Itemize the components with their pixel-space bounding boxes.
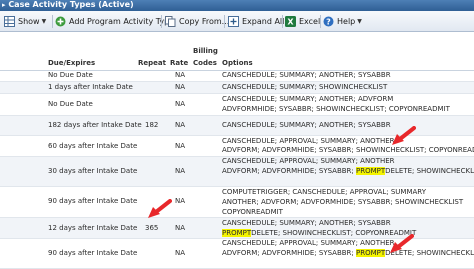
options-line: CANSCHEDULE; APPROVAL; SUMMARY; ANOTHER: [222, 239, 395, 247]
expand-label: Expand All: [242, 16, 285, 26]
repeat-cell: 365: [145, 224, 159, 232]
repeat-cell: 182: [145, 121, 159, 129]
help-button[interactable]: ? Help ▼: [323, 14, 362, 28]
due-cell: 60 days after Intake Date: [48, 142, 138, 150]
options-text: ADVFORM; ADVFORMHIDE; SYSABBR;: [222, 249, 357, 257]
options-line: ADVFORM; ADVFORMHIDE; SYSABBR; PROMPTDEL…: [222, 249, 474, 259]
rate-cell: NA: [175, 224, 186, 232]
help-icon: ?: [323, 16, 334, 27]
due-cell: 12 days after Intake Date: [48, 224, 138, 232]
toolbar-divider: [282, 15, 283, 28]
excel-icon: X: [285, 15, 296, 27]
copy-icon: [165, 15, 176, 27]
rate-cell: NA: [175, 167, 186, 175]
highlighted-option: PROMPT: [356, 249, 386, 257]
table-row[interactable]: 90 days after Intake Date NA COMPUTETRIG…: [0, 187, 474, 218]
expand-all-button[interactable]: Expand All: [228, 14, 284, 28]
show-label: Show: [18, 16, 40, 26]
excel-label: Excel: [299, 16, 321, 26]
rate-cell: NA: [175, 197, 186, 205]
highlighted-option: PROMPT: [222, 229, 252, 237]
due-cell: No Due Date: [48, 71, 93, 79]
rate-cell: NA: [175, 83, 186, 91]
toolbar-divider: [161, 15, 162, 28]
options-line: CANSCHEDULE; APPROVAL; SUMMARY; ANOTHER: [222, 157, 395, 165]
rate-cell: NA: [175, 121, 186, 129]
red-arrow-annotation: [148, 199, 172, 218]
due-cell: 90 days after Intake Date: [48, 249, 138, 257]
column-header-codes[interactable]: Codes: [193, 58, 217, 68]
column-header-options[interactable]: Options: [222, 58, 253, 68]
due-cell: 30 days after Intake Date: [48, 167, 138, 175]
grid-icon: [4, 15, 15, 27]
chevron-down-icon: ▼: [357, 17, 362, 25]
options-cell: CANSCHEDULE; SUMMARY; ANOTHER; SYSABBR: [222, 71, 391, 79]
show-button[interactable]: Show ▼: [4, 14, 46, 28]
options-cell: CANSCHEDULE; SUMMARY; SHOWINCHECKLIST: [222, 83, 388, 91]
rate-cell: NA: [175, 71, 186, 79]
due-cell: 90 days after Intake Date: [48, 197, 138, 205]
add-program-activity-type-button[interactable]: Add Program Activity Type: [55, 14, 174, 28]
copy-label: Copy From...: [179, 16, 230, 26]
options-text: DELETE; SHOWINCHECKLIST: [385, 167, 474, 175]
due-cell: 1 days after Intake Date: [48, 83, 133, 91]
copy-from-button[interactable]: Copy From...: [165, 14, 229, 28]
expand-icon: [228, 15, 239, 27]
options-line: ADVFORM; ADVFORMHIDE; SYSABBR; SHOWINCHE…: [222, 146, 474, 154]
column-header-billing[interactable]: Billing: [193, 46, 218, 56]
red-arrow-annotation: [392, 126, 416, 145]
options-line: ADVFORM; ADVFORMHIDE; SYSABBR; PROMPTDEL…: [222, 167, 474, 177]
highlighted-option: PROMPT: [356, 167, 386, 175]
help-label: Help: [337, 16, 356, 26]
rate-cell: NA: [175, 249, 186, 257]
toolbar-divider: [224, 15, 225, 28]
rate-cell: NA: [175, 100, 186, 108]
collapse-icon[interactable]: ▸: [2, 1, 6, 9]
table-row[interactable]: No Due Date NA CANSCHEDULE; SUMMARY; ANO…: [0, 71, 474, 82]
add-label: Add Program Activity Type: [69, 16, 175, 26]
options-text: ADVFORM; ADVFORMHIDE; SYSABBR;: [222, 167, 357, 175]
options-line: COMPUTETRIGGER; CANSCHEDULE; APPROVAL; S…: [222, 188, 426, 196]
window-title: Case Activity Types (Active): [8, 0, 134, 9]
excel-button[interactable]: X Excel: [285, 14, 320, 28]
svg-text:?: ?: [326, 17, 331, 26]
grid-header: Due/Expires Repeat Rate Billing Codes Op…: [0, 32, 474, 71]
red-arrow-annotation: [390, 234, 414, 253]
due-cell: No Due Date: [48, 100, 93, 108]
options-cell: CANSCHEDULE; SUMMARY; ANOTHER; SYSABBR: [222, 121, 391, 129]
toolbar-divider: [320, 15, 321, 28]
toolbar-divider: [52, 15, 53, 28]
options-line: ANOTHER; ADVFORM; ADVFORMHIDE; SYSABBR; …: [222, 198, 464, 206]
add-icon: [55, 16, 66, 27]
window-title-bar: ▸ Case Activity Types (Active): [0, 0, 474, 11]
options-line: COPYONREADMIT: [222, 208, 283, 216]
due-cell: 182 days after Intake Date: [48, 121, 142, 129]
rate-cell: NA: [175, 142, 186, 150]
chevron-down-icon: ▼: [41, 17, 47, 25]
table-row[interactable]: 30 days after Intake Date NA CANSCHEDULE…: [0, 157, 474, 187]
options-line: CANSCHEDULE; SUMMARY; ANOTHER; SYSABBR: [222, 219, 391, 227]
table-row[interactable]: No Due Date NA CANSCHEDULE; SUMMARY; ANO…: [0, 94, 474, 116]
column-header-repeat[interactable]: Repeat: [138, 58, 166, 68]
column-header-rate[interactable]: Rate: [170, 58, 188, 68]
svg-text:X: X: [287, 17, 294, 26]
options-line: CANSCHEDULE; SUMMARY; ANOTHER; ADVFORM: [222, 95, 394, 103]
table-row[interactable]: 1 days after Intake Date NA CANSCHEDULE;…: [0, 82, 474, 94]
toolbar: Show ▼ Add Program Activity Type Copy Fr…: [0, 11, 474, 32]
column-header-due-expires[interactable]: Due/Expires: [48, 58, 95, 68]
options-line: ADVFORMHIDE; SYSABBR; SHOWINCHECKLIST; C…: [222, 105, 450, 113]
